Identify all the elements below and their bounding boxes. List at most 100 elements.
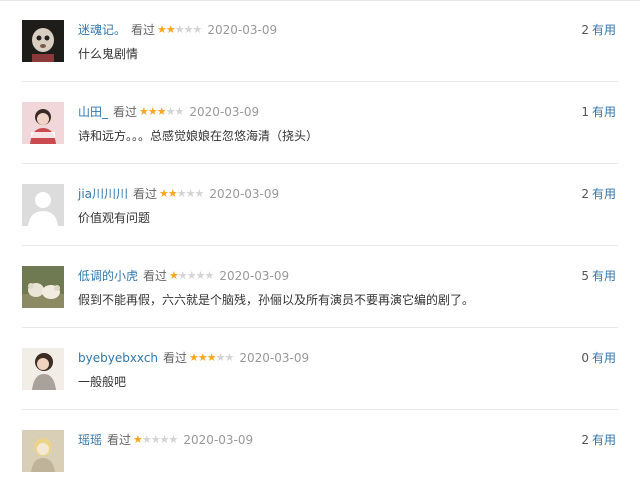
useful-button[interactable]: 有用 [592, 433, 616, 447]
star-filled-icon: ★ [156, 105, 167, 118]
useful-count: 2 [581, 187, 589, 201]
watched-label: 看过 [163, 351, 188, 365]
watched-label: 看过 [107, 433, 132, 447]
star-empty-icon: ★ [141, 433, 152, 446]
avatar-image [22, 102, 64, 144]
username-link[interactable]: 低调的小虎 [78, 269, 138, 283]
star-empty-icon: ★ [186, 269, 197, 282]
comment-meta: 迷魂记。 看过 ★★★★★ 2020-03-09 [78, 21, 277, 39]
useful-count: 0 [581, 351, 589, 365]
star-empty-icon: ★ [183, 23, 194, 36]
comment-item: 山田_ 看过 ★★★★★ 2020-03-09 诗和远方。。。总感觉娘娘在忽悠海清（挠… [0, 82, 640, 164]
comment-text: 假到不能再假，六六就是个脑残，孙俪以及所有演员不要再演它编的剧了。 [78, 293, 475, 307]
star-empty-icon: ★ [168, 433, 179, 446]
star-filled-icon: ★ [157, 23, 167, 36]
star-filled-icon: ★ [147, 105, 158, 118]
star-filled-icon: ★ [169, 269, 179, 282]
useful-vote[interactable]: 2 有用 [581, 431, 616, 449]
useful-count: 2 [581, 433, 589, 447]
star-empty-icon: ★ [224, 351, 235, 364]
comment-date: 2020-03-09 [183, 433, 254, 447]
rating-stars: ★★★★★ [189, 349, 235, 367]
star-filled-icon: ★ [189, 351, 199, 364]
rating-stars: ★★★★★ [157, 21, 203, 39]
star-empty-icon: ★ [195, 269, 206, 282]
useful-button[interactable]: 有用 [592, 105, 616, 119]
avatar[interactable] [22, 348, 64, 390]
star-empty-icon: ★ [215, 351, 226, 364]
comment-meta: byebyebxxch 看过 ★★★★★ 2020-03-09 [78, 349, 309, 367]
star-empty-icon: ★ [174, 105, 185, 118]
comment-meta: 山田_ 看过 ★★★★★ 2020-03-09 [78, 103, 259, 121]
username-link[interactable]: byebyebxxch [78, 351, 158, 365]
useful-vote[interactable]: 2 有用 [581, 21, 616, 39]
comment-text: 什么鬼剧情 [78, 47, 139, 61]
useful-button[interactable]: 有用 [592, 269, 616, 283]
username-link[interactable]: 迷魂记。 [78, 23, 126, 37]
useful-count: 2 [581, 23, 589, 37]
comment-meta: 低调的小虎 看过 ★★★★★ 2020-03-09 [78, 267, 289, 285]
star-empty-icon: ★ [204, 269, 215, 282]
useful-count: 1 [581, 105, 589, 119]
comment-text: 诗和远方。。。总感觉娘娘在忽悠海清（挠头） [78, 129, 319, 143]
avatar-image [22, 266, 64, 308]
watched-label: 看过 [143, 269, 168, 283]
star-empty-icon: ★ [150, 433, 161, 446]
rating-stars: ★★★★★ [133, 431, 179, 449]
comment-meta: 瑶瑶 看过 ★★★★★ 2020-03-09 [78, 431, 253, 449]
comment-meta: jia川川川 看过 ★★★★★ 2020-03-09 [78, 185, 279, 203]
star-filled-icon: ★ [133, 433, 143, 446]
star-filled-icon: ★ [167, 187, 178, 200]
comment-item: byebyebxxch 看过 ★★★★★ 2020-03-09 一般般吧 0 有用 [0, 328, 640, 410]
username-link[interactable]: jia川川川 [78, 187, 128, 201]
comment-date: 2020-03-09 [209, 187, 280, 201]
star-filled-icon: ★ [197, 351, 208, 364]
watched-label: 看过 [131, 23, 156, 37]
avatar[interactable] [22, 102, 64, 144]
star-empty-icon: ★ [174, 23, 185, 36]
avatar[interactable] [22, 266, 64, 308]
comment-text: 价值观有问题 [78, 211, 151, 225]
avatar-image [22, 430, 64, 472]
rating-stars: ★★★★★ [139, 103, 185, 121]
rating-stars: ★★★★★ [169, 267, 215, 285]
useful-button[interactable]: 有用 [592, 187, 616, 201]
avatar-image [22, 348, 64, 390]
avatar[interactable] [22, 430, 64, 472]
useful-vote[interactable]: 0 有用 [581, 349, 616, 367]
useful-vote[interactable]: 5 有用 [581, 267, 616, 285]
star-empty-icon: ★ [177, 269, 188, 282]
default-avatar-icon [22, 184, 64, 226]
comment-text: 一般般吧 [78, 375, 127, 389]
comment-date: 2020-03-09 [219, 269, 290, 283]
watched-label: 看过 [133, 187, 158, 201]
watched-label: 看过 [113, 105, 138, 119]
star-empty-icon: ★ [192, 23, 203, 36]
comment-date: 2020-03-09 [239, 351, 310, 365]
comment-item: 低调的小虎 看过 ★★★★★ 2020-03-09 假到不能再假，六六就是个脑残，孙俪… [0, 246, 640, 328]
comment-item: jia川川川 看过 ★★★★★ 2020-03-09 价值观有问题 2 有用 [0, 164, 640, 246]
star-empty-icon: ★ [159, 433, 170, 446]
username-link[interactable]: 山田_ [78, 105, 108, 119]
star-empty-icon: ★ [194, 187, 205, 200]
avatar[interactable] [22, 184, 64, 226]
comment-date: 2020-03-09 [207, 23, 278, 37]
avatar[interactable] [22, 20, 64, 62]
star-empty-icon: ★ [176, 187, 187, 200]
comment-item: 迷魂记。 看过 ★★★★★ 2020-03-09 什么鬼剧情 2 有用 [0, 0, 640, 82]
useful-button[interactable]: 有用 [592, 351, 616, 365]
useful-count: 5 [581, 269, 589, 283]
useful-vote[interactable]: 1 有用 [581, 103, 616, 121]
rating-stars: ★★★★★ [159, 185, 205, 203]
star-filled-icon: ★ [159, 187, 169, 200]
star-filled-icon: ★ [139, 105, 149, 118]
comment-item: 瑶瑶 看过 ★★★★★ 2020-03-09 2 有用 [0, 410, 640, 492]
comment-date: 2020-03-09 [189, 105, 260, 119]
useful-vote[interactable]: 2 有用 [581, 185, 616, 203]
username-link[interactable]: 瑶瑶 [78, 433, 102, 447]
star-empty-icon: ★ [165, 105, 176, 118]
star-filled-icon: ★ [206, 351, 217, 364]
useful-button[interactable]: 有用 [592, 23, 616, 37]
star-filled-icon: ★ [165, 23, 176, 36]
star-empty-icon: ★ [185, 187, 196, 200]
